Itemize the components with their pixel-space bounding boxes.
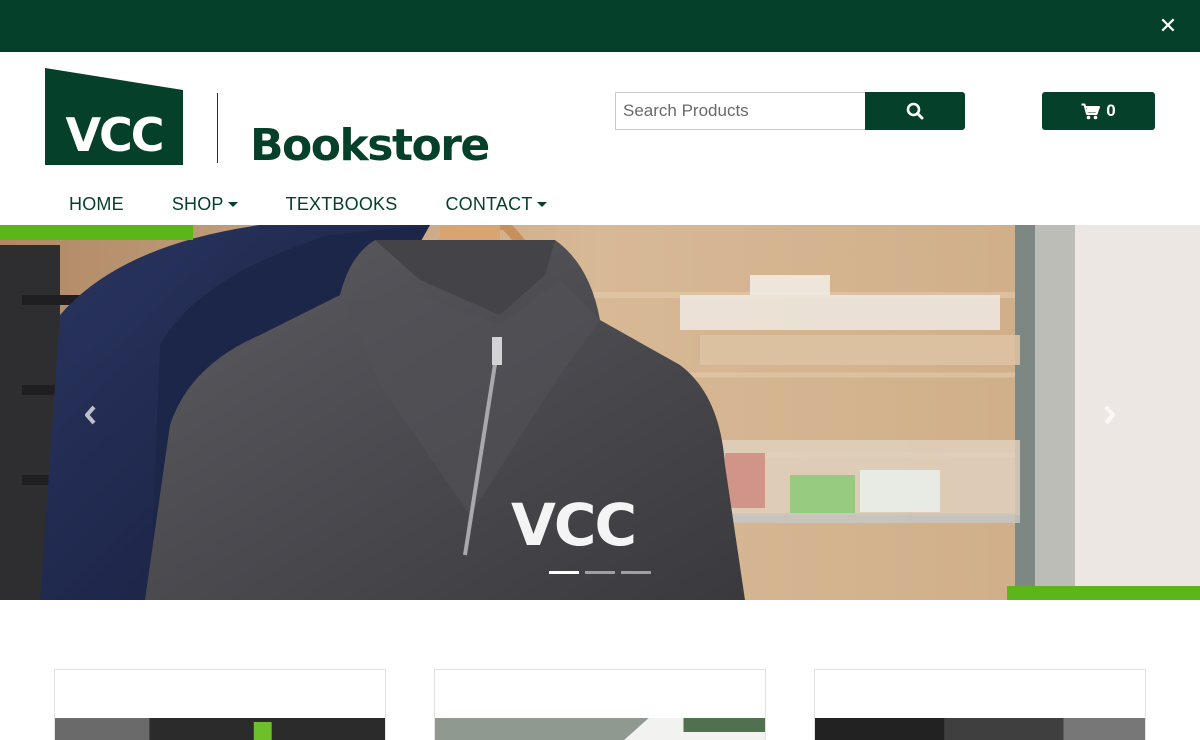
- chevron-right-icon: [1104, 405, 1115, 425]
- vcc-logo-mark: VCC: [45, 68, 183, 165]
- nav-item-label: HOME: [69, 193, 124, 214]
- caret-down-icon: [227, 201, 238, 207]
- carousel-indicator-1[interactable]: [549, 571, 579, 574]
- search-button[interactable]: [865, 92, 965, 130]
- search-form: [615, 92, 965, 130]
- nav-item-textbooks[interactable]: TEXTBOOKS: [262, 190, 422, 218]
- bookstore-logo[interactable]: VCC Bookstore: [45, 68, 490, 171]
- carousel-prev-button[interactable]: [78, 400, 102, 430]
- nav-item-label: TEXTBOOKS: [285, 193, 398, 214]
- nav-item-shop[interactable]: SHOP: [148, 190, 262, 218]
- carousel-indicators: [549, 571, 651, 574]
- featured-card-3[interactable]: [814, 669, 1146, 740]
- carousel-next-button[interactable]: [1098, 400, 1122, 430]
- chevron-left-icon: [85, 405, 96, 425]
- cart-button[interactable]: 0: [1042, 92, 1155, 130]
- carousel-indicator-3[interactable]: [621, 571, 651, 574]
- hero-shirt-print: VCC: [511, 491, 635, 559]
- carousel-indicator-2[interactable]: [585, 571, 615, 574]
- site-header: VCC Bookstore 0 HOME SHOP TEXTBOOKS CONT…: [0, 52, 1200, 225]
- nav-item-label: CONTACT: [445, 193, 533, 214]
- hero-carousel: VCC: [0, 225, 1200, 600]
- hero-slide-image: VCC: [0, 225, 1200, 600]
- logo-divider: [217, 93, 218, 163]
- caret-down-icon: [536, 201, 547, 207]
- card-image: [435, 718, 765, 740]
- nav-item-contact[interactable]: CONTACT: [421, 190, 570, 218]
- featured-card-2[interactable]: [434, 669, 766, 740]
- main-nav: HOME SHOP TEXTBOOKS CONTACT: [45, 190, 571, 218]
- nav-item-label: SHOP: [171, 193, 224, 214]
- card-image: [55, 718, 385, 740]
- logo-mark-text: VCC: [65, 108, 162, 162]
- announcement-bar: ✕: [0, 0, 1200, 52]
- accent-stripe-bottom: [1007, 586, 1200, 600]
- featured-card-1[interactable]: [54, 669, 386, 740]
- search-icon: [906, 102, 924, 120]
- nav-item-home[interactable]: HOME: [45, 190, 148, 218]
- logo-wordmark: Bookstore: [250, 120, 490, 171]
- close-icon[interactable]: ✕: [1156, 14, 1180, 38]
- card-image: [815, 718, 1145, 740]
- cart-icon: [1081, 103, 1101, 119]
- featured-cards: [0, 669, 1200, 740]
- cart-count: 0: [1106, 101, 1116, 120]
- search-input[interactable]: [615, 92, 865, 130]
- accent-stripe-top: [0, 225, 193, 240]
